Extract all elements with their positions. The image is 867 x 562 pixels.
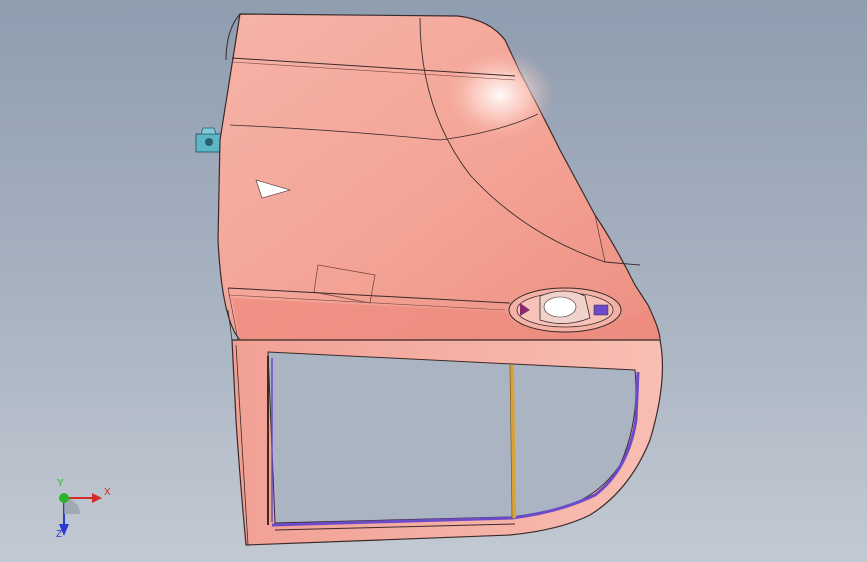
door-handle-icon (508, 287, 622, 333)
cad-viewport[interactable]: X Y Z (0, 0, 867, 562)
axis-y-label: Y (57, 478, 64, 489)
window-opening (267, 351, 637, 524)
axis-z-label: Z (56, 529, 63, 540)
pillar-guide (510, 364, 516, 519)
hinge-bracket-icon (195, 127, 223, 153)
door-model[interactable] (0, 0, 867, 562)
coordinate-triad-icon: X Y Z (44, 478, 124, 548)
axis-x-label: X (104, 487, 111, 498)
specular-highlight (445, 50, 555, 140)
